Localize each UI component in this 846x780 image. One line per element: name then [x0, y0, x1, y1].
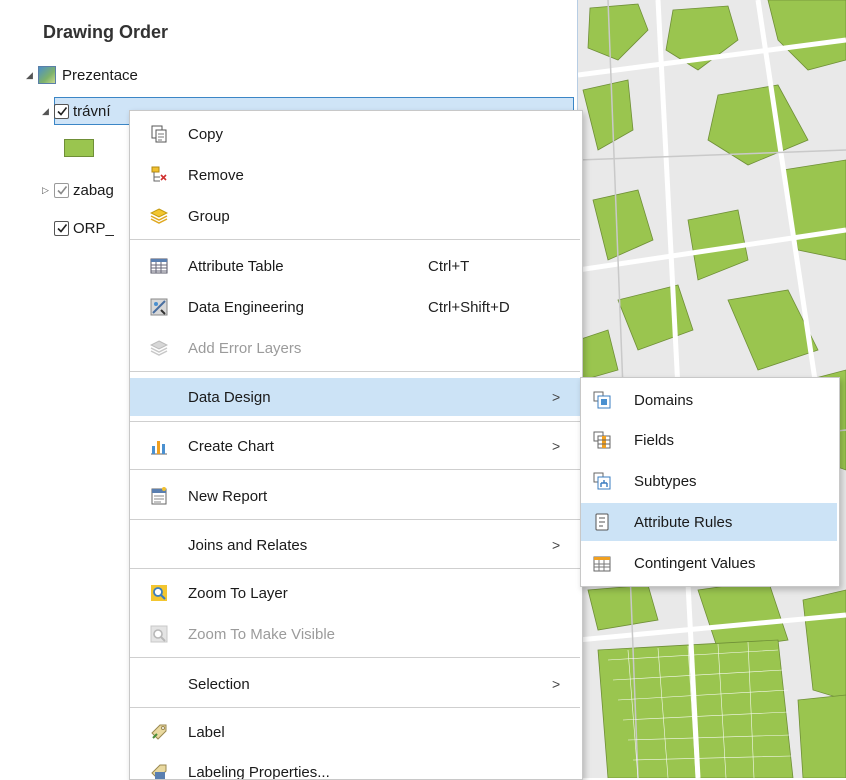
submenu-arrow-icon: >	[552, 389, 560, 405]
submenu-item-subtypes[interactable]: Subtypes	[581, 462, 837, 500]
menu-separator	[130, 239, 580, 240]
menu-separator	[130, 469, 580, 470]
submenu-arrow-icon: >	[552, 676, 560, 692]
menu-item-label: Joins and Relates	[188, 537, 307, 554]
submenu-item-label: Fields	[634, 432, 674, 449]
check-icon	[56, 222, 68, 234]
error-layers-icon	[150, 339, 168, 357]
menu-separator	[130, 519, 580, 520]
map-node-prezentace[interactable]: ◢ Prezentace	[26, 62, 138, 88]
zoom-visible-icon	[150, 625, 168, 643]
group-icon	[150, 207, 168, 225]
menu-item-remove[interactable]: Remove	[130, 157, 580, 193]
menu-item-shortcut: Ctrl+T	[428, 258, 469, 275]
menu-item-label: Group	[188, 208, 230, 225]
report-icon	[150, 487, 168, 505]
menu-item-new-report[interactable]: New Report	[130, 478, 580, 514]
menu-item-label: Zoom To Make Visible	[188, 626, 335, 643]
expand-triangle-icon[interactable]: ▷	[42, 185, 54, 196]
layer-node-zabag[interactable]: ▷ zabag	[42, 177, 114, 203]
menu-separator	[130, 568, 580, 569]
menu-item-labeling-properties[interactable]: Labeling Properties...	[130, 754, 580, 780]
submenu-item-label: Domains	[634, 392, 693, 409]
labeling-properties-icon	[150, 763, 168, 780]
submenu-item-label: Subtypes	[634, 473, 697, 490]
layer-visibility-checkbox[interactable]	[54, 104, 69, 119]
chart-icon	[150, 437, 168, 455]
menu-item-label: Data Design	[188, 389, 271, 406]
menu-item-copy[interactable]: Copy	[130, 116, 580, 152]
submenu-arrow-icon: >	[552, 537, 560, 553]
menu-item-label: Label	[188, 724, 225, 741]
layer-node-travni[interactable]: ◢ trávní	[42, 98, 111, 124]
pane-title: Drawing Order	[43, 22, 168, 43]
submenu-item-attribute-rules[interactable]: Attribute Rules	[581, 503, 837, 541]
menu-item-selection[interactable]: Selection >	[130, 666, 580, 702]
layer-symbol-swatch[interactable]	[64, 139, 94, 157]
menu-item-create-chart[interactable]: Create Chart >	[130, 428, 580, 464]
menu-item-label: Attribute Table	[188, 258, 284, 275]
menu-item-label-toggle[interactable]: Label	[130, 714, 580, 750]
menu-item-data-design[interactable]: Data Design >	[130, 378, 580, 416]
collapse-triangle-icon[interactable]: ◢	[26, 70, 38, 81]
layer-visibility-checkbox[interactable]	[54, 221, 69, 236]
check-icon	[56, 184, 68, 196]
contingent-values-icon	[593, 554, 611, 572]
menu-item-label: Remove	[188, 167, 244, 184]
layer-label: zabag	[73, 182, 114, 199]
menu-item-attribute-table[interactable]: Attribute Table Ctrl+T	[130, 248, 580, 284]
zoom-layer-icon	[150, 584, 168, 602]
menu-item-group[interactable]: Group	[130, 198, 580, 234]
map-icon	[38, 66, 56, 84]
menu-item-zoom-to-make-visible: Zoom To Make Visible	[130, 616, 580, 652]
menu-separator	[130, 421, 580, 422]
copy-icon	[150, 125, 168, 143]
data-design-submenu: Domains Fields Subtypes Attribute Rules …	[580, 377, 840, 587]
menu-item-label: Zoom To Layer	[188, 585, 288, 602]
subtypes-icon	[593, 472, 611, 490]
submenu-item-domains[interactable]: Domains	[581, 381, 837, 419]
menu-item-data-engineering[interactable]: Data Engineering Ctrl+Shift+D	[130, 289, 580, 325]
submenu-item-fields[interactable]: Fields	[581, 421, 837, 459]
menu-separator	[130, 371, 580, 372]
menu-item-zoom-to-layer[interactable]: Zoom To Layer	[130, 575, 580, 611]
submenu-item-label: Attribute Rules	[634, 514, 732, 531]
menu-separator	[130, 707, 580, 708]
attribute-rules-icon	[593, 513, 611, 531]
menu-item-label: Selection	[188, 676, 250, 693]
layer-node-orp[interactable]: ORP_	[54, 215, 114, 241]
submenu-item-label: Contingent Values	[634, 555, 755, 572]
layer-label: ORP_	[73, 220, 114, 237]
layer-label: Prezentace	[62, 67, 138, 84]
menu-item-add-error-layers: Add Error Layers	[130, 330, 580, 366]
menu-item-label: Create Chart	[188, 438, 274, 455]
layer-context-menu: Copy Remove Group Attribute Table Ctrl+T…	[129, 110, 583, 780]
table-icon	[150, 257, 168, 275]
remove-icon	[150, 166, 168, 184]
menu-item-label: New Report	[188, 488, 267, 505]
layer-symbol-row[interactable]	[64, 135, 94, 161]
data-engineering-icon	[150, 298, 168, 316]
layer-visibility-checkbox[interactable]	[54, 183, 69, 198]
menu-item-joins-and-relates[interactable]: Joins and Relates >	[130, 527, 580, 563]
collapse-triangle-icon[interactable]: ◢	[42, 106, 54, 117]
submenu-item-contingent-values[interactable]: Contingent Values	[581, 544, 837, 582]
menu-item-label: Data Engineering	[188, 299, 304, 316]
check-icon	[56, 105, 68, 117]
menu-item-shortcut: Ctrl+Shift+D	[428, 299, 510, 316]
layer-label: trávní	[73, 103, 111, 120]
menu-item-label: Add Error Layers	[188, 340, 301, 357]
domains-icon	[593, 391, 611, 409]
menu-item-label: Copy	[188, 126, 223, 143]
label-icon	[150, 723, 168, 741]
submenu-arrow-icon: >	[552, 438, 560, 454]
menu-separator	[130, 657, 580, 658]
fields-icon	[593, 431, 611, 449]
